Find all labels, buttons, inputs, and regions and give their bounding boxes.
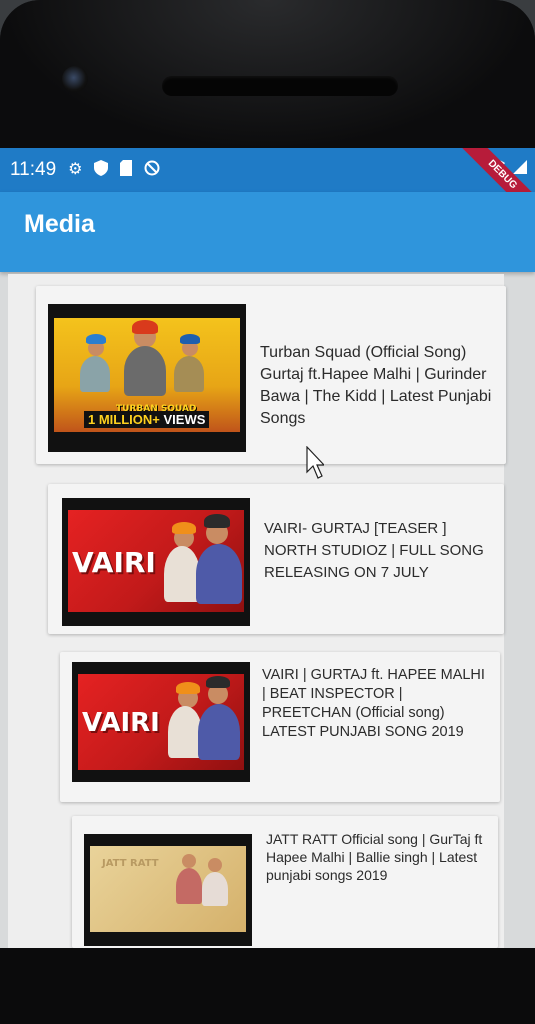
- views-badge: 1 MILLION+ VIEWS: [84, 411, 210, 428]
- video-card[interactable]: JATT RATT JATT RATT Official song | GurT…: [72, 816, 498, 948]
- circle-slash-icon: [144, 160, 160, 180]
- thumbnail-image: VAIRI: [78, 674, 244, 770]
- thumbnail-figure: [124, 346, 166, 396]
- page-title: Media: [24, 210, 95, 238]
- thumbnail-figure: [176, 868, 202, 904]
- thumbnail-figure: [204, 514, 230, 528]
- thumbnail-figure: [168, 706, 202, 758]
- thumbnail-figure: [182, 854, 196, 868]
- video-card[interactable]: TURBAN SQUAD 1 MILLION+ VIEWS Turban Squ…: [36, 286, 506, 464]
- video-title[interactable]: JATT RATT Official song | GurTaj ft Hape…: [266, 830, 486, 884]
- thumbnail-caption: VAIRI: [82, 708, 160, 738]
- thumbnail-caption: VAIRI: [72, 546, 156, 579]
- views-count: 1 MILLION+: [88, 412, 160, 427]
- sd-card-icon: [120, 160, 133, 180]
- status-bar: 11:49 ⚙ DEBUG: [0, 148, 535, 221]
- thumbnail-figure: [172, 522, 196, 534]
- video-title[interactable]: VAIRI | GURTAJ ft. HAPEE MALHI | BEAT IN…: [262, 666, 488, 742]
- thumbnail-figure: [202, 872, 228, 906]
- mouse-pointer-icon: [306, 446, 324, 479]
- shield-icon: [94, 160, 109, 180]
- video-card[interactable]: VAIRI VAIRI- GURTAJ [TEASER ] NORTH STUD…: [48, 484, 504, 634]
- front-camera: [62, 66, 88, 92]
- video-thumbnail[interactable]: VAIRI: [62, 498, 250, 626]
- thumbnail-figure: [196, 544, 242, 604]
- thumbnail-figure: [176, 682, 200, 694]
- thumbnail-figure: [180, 334, 200, 344]
- video-title[interactable]: Turban Squad (Official Song) Gurtaj ft.H…: [260, 342, 506, 430]
- phone-bottom-bezel: [0, 948, 535, 1024]
- thumbnail-figure: [206, 676, 230, 688]
- phone-frame: 11:49 ⚙ DEBUG Media TURBAN SQUAD 1 MILLI…: [0, 0, 535, 1024]
- app-screen: 11:49 ⚙ DEBUG Media TURBAN SQUAD 1 MILLI…: [0, 148, 535, 948]
- video-thumbnail[interactable]: JATT RATT: [84, 834, 252, 946]
- video-list[interactable]: TURBAN SQUAD 1 MILLION+ VIEWS Turban Squ…: [8, 274, 506, 948]
- thumbnail-image: JATT RATT: [90, 846, 246, 932]
- video-title[interactable]: VAIRI- GURTAJ [TEASER ] NORTH STUDIOZ | …: [264, 518, 484, 584]
- video-card[interactable]: VAIRI VAIRI | GURTAJ ft. HAPEE MALHI | B…: [60, 652, 500, 802]
- gear-icon: ⚙: [68, 161, 83, 178]
- thumbnail-figure: [80, 356, 110, 392]
- earpiece-speaker: [162, 76, 398, 96]
- thumbnail-figure: [174, 356, 204, 392]
- thumbnail-figure: [86, 334, 106, 344]
- video-thumbnail[interactable]: TURBAN SQUAD 1 MILLION+ VIEWS: [48, 304, 246, 452]
- views-label: VIEWS: [163, 412, 206, 427]
- thumbnail-figure: [132, 320, 158, 334]
- thumbnail-figure: [198, 704, 240, 760]
- app-bar: Media: [0, 192, 535, 272]
- thumbnail-image: VAIRI: [68, 510, 244, 612]
- thumbnail-figure: [208, 858, 222, 872]
- video-thumbnail[interactable]: VAIRI: [72, 662, 250, 782]
- thumbnail-caption: JATT RATT: [102, 858, 159, 869]
- status-time: 11:49: [10, 159, 57, 180]
- thumbnail-figure: [164, 546, 200, 602]
